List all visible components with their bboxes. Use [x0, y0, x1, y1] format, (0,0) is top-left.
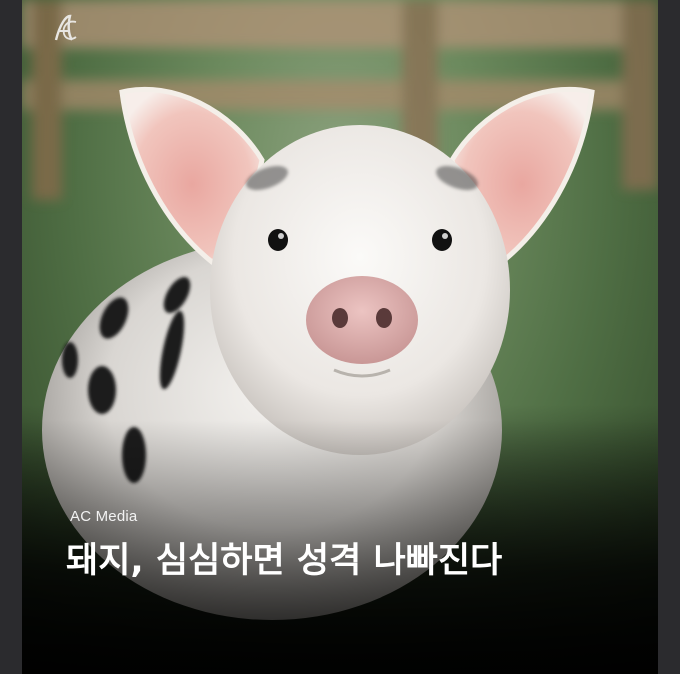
headline[interactable]: 돼지, 심심하면 성격 나빠진다 — [66, 540, 646, 582]
ac-logo-icon — [54, 14, 77, 41]
source-label: AC Media — [70, 508, 138, 525]
screen-frame: AC Media 돼지, 심심하면 성격 나빠진다 — [0, 0, 680, 674]
news-card[interactable]: AC Media 돼지, 심심하면 성격 나빠진다 — [22, 0, 658, 674]
